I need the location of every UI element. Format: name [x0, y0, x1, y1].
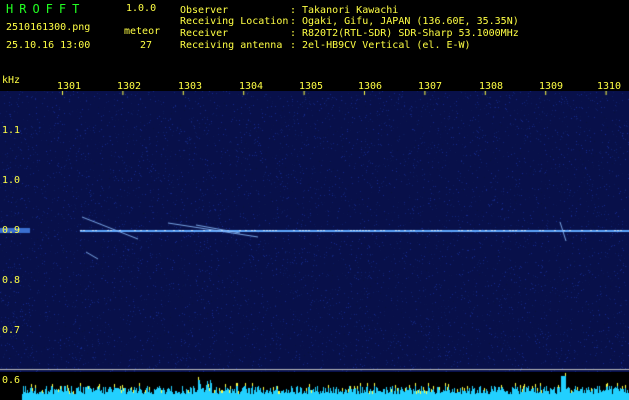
x-tick-label: 1302 [117, 81, 142, 92]
x-tick-label: 1304 [239, 81, 264, 92]
info-label: Observer [180, 5, 229, 16]
x-tick-label: 1310 [597, 81, 622, 92]
info-value: Ogaki, Gifu, JAPAN (136.60E, 35.35N) [302, 16, 519, 27]
info-value: 2el-HB9CV Vertical (el. E-W) [302, 40, 471, 51]
y-tick-label: 0.6 [2, 375, 21, 386]
y-tick-label: 0.7 [2, 325, 21, 336]
info-row-observer: Observer: Takanori Kawachi [180, 5, 398, 16]
x-tick-label: 1303 [178, 81, 203, 92]
info-colon: : [290, 28, 297, 39]
y-tick-label: 1.1 [2, 125, 21, 136]
x-tick-label: 1306 [358, 81, 383, 92]
info-row-location: Receiving Location: Ogaki, Gifu, JAPAN (1… [180, 16, 519, 27]
x-tick-label: 1305 [299, 81, 324, 92]
info-label: Receiving antenna [180, 40, 283, 51]
info-label: Receiver [180, 28, 229, 39]
meteor-label: meteor [124, 26, 161, 37]
x-tick-label: 1307 [418, 81, 443, 92]
y-axis-unit: kHz [2, 75, 21, 86]
info-row-receiver: Receiver: R820T2(RTL-SDR) SDR-Sharp 53.10… [180, 28, 519, 39]
info-colon: : [290, 5, 297, 16]
x-tick-label: 1301 [57, 81, 82, 92]
y-tick-label: 0.9 [2, 225, 21, 236]
app-version: 1.0.0 [126, 3, 157, 14]
date-time: 25.10.16 13:00 [6, 40, 91, 51]
spectrogram-canvas [0, 91, 629, 400]
file-name: 2510161300.png [6, 22, 91, 33]
y-tick-label: 0.8 [2, 275, 21, 286]
info-label: Receiving Location [180, 16, 289, 27]
info-value: R820T2(RTL-SDR) SDR-Sharp 53.1000MHz [302, 28, 519, 39]
meteor-count: 27 [140, 40, 153, 51]
x-tick-label: 1309 [539, 81, 564, 92]
y-tick-label: 1.0 [2, 175, 21, 186]
info-colon: : [290, 40, 297, 51]
info-colon: : [290, 16, 297, 27]
app-name: HROFFT [6, 2, 86, 16]
info-value: Takanori Kawachi [302, 5, 399, 16]
info-row-antenna: Receiving antenna:2el-HB9CV Vertical (el… [180, 40, 471, 51]
signal-level-bars [0, 372, 629, 400]
x-tick-label: 1308 [479, 81, 504, 92]
